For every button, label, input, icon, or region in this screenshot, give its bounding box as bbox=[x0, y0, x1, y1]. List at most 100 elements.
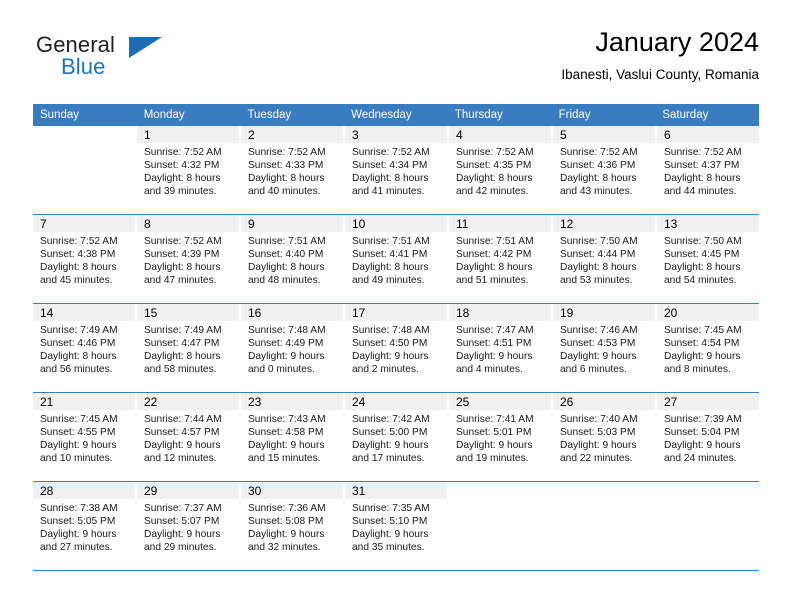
sunset-text: Sunset: 4:54 PM bbox=[664, 338, 740, 350]
day-cell[interactable]: 2 Sunrise: 7:52 AM Sunset: 4:33 PM Daylight… bbox=[241, 126, 345, 214]
sunset-text: Sunset: 4:33 PM bbox=[248, 160, 324, 172]
day-cell[interactable]: 4 Sunrise: 7:52 AM Sunset: 4:35 PM Daylight… bbox=[449, 126, 553, 214]
day-number-band: 4 bbox=[449, 126, 551, 143]
day-number-band: 15 bbox=[137, 304, 239, 321]
day-number: 29 bbox=[144, 484, 158, 498]
daylight-text-line2: and 17 minutes. bbox=[352, 453, 425, 465]
sunrise-text: Sunrise: 7:40 AM bbox=[560, 414, 638, 425]
sunrise-text: Sunrise: 7:45 AM bbox=[40, 414, 118, 425]
day-number-band: 9 bbox=[241, 215, 343, 232]
day-cell[interactable]: 22 Sunrise: 7:44 AM Sunset: 4:57 PM Dayligh… bbox=[137, 393, 241, 481]
day-number: 10 bbox=[352, 217, 366, 231]
day-info: Sunrise: 7:45 AM Sunset: 4:54 PM Daylight:… bbox=[657, 321, 759, 376]
daylight-text-line2: and 0 minutes. bbox=[248, 364, 315, 376]
sunset-text: Sunset: 4:55 PM bbox=[40, 427, 116, 439]
sunset-text: Sunset: 4:37 PM bbox=[664, 160, 740, 172]
calendar-week-row: 21 Sunrise: 7:45 AM Sunset: 4:55 PM Dayligh… bbox=[33, 393, 759, 482]
day-cell[interactable]: 31 Sunrise: 7:35 AM Sunset: 5:10 PM Dayligh… bbox=[345, 482, 449, 570]
calendar-weeks: 1 Sunrise: 7:52 AM Sunset: 4:32 PM Daylight… bbox=[33, 126, 759, 571]
daylight-text-line2: and 44 minutes. bbox=[664, 186, 737, 198]
day-cell[interactable]: 12 Sunrise: 7:50 AM Sunset: 4:44 PM Dayligh… bbox=[553, 215, 657, 303]
day-info: Sunrise: 7:52 AM Sunset: 4:35 PM Daylight:… bbox=[449, 143, 551, 198]
daylight-text-line2: and 43 minutes. bbox=[560, 186, 633, 198]
day-number-band: 1 bbox=[137, 126, 239, 143]
general-blue-logo[interactable]: General Blue bbox=[33, 32, 263, 88]
sunset-text: Sunset: 4:35 PM bbox=[456, 160, 532, 172]
day-cell[interactable]: 3 Sunrise: 7:52 AM Sunset: 4:34 PM Daylight… bbox=[345, 126, 449, 214]
day-cell[interactable]: 17 Sunrise: 7:48 AM Sunset: 4:50 PM Dayligh… bbox=[345, 304, 449, 392]
day-cell[interactable]: 28 Sunrise: 7:38 AM Sunset: 5:05 PM Dayligh… bbox=[33, 482, 137, 570]
day-info bbox=[449, 499, 551, 502]
title-block: January 2024 Ibanesti, Vaslui County, Ro… bbox=[561, 26, 759, 85]
day-cell[interactable]: 9 Sunrise: 7:51 AM Sunset: 4:40 PM Daylight… bbox=[241, 215, 345, 303]
calendar-week-row: 1 Sunrise: 7:52 AM Sunset: 4:32 PM Daylight… bbox=[33, 126, 759, 215]
day-number-band: 8 bbox=[137, 215, 239, 232]
daylight-text-line2: and 32 minutes. bbox=[248, 542, 321, 554]
daylight-text-line1: Daylight: 9 hours bbox=[40, 440, 117, 452]
daylight-text-line2: and 24 minutes. bbox=[664, 453, 737, 465]
day-cell[interactable]: 26 Sunrise: 7:40 AM Sunset: 5:03 PM Dayligh… bbox=[553, 393, 657, 481]
daylight-text-line2: and 53 minutes. bbox=[560, 275, 633, 287]
day-cell[interactable]: 8 Sunrise: 7:52 AM Sunset: 4:39 PM Daylight… bbox=[137, 215, 241, 303]
day-cell-empty bbox=[553, 482, 657, 570]
day-info: Sunrise: 7:52 AM Sunset: 4:39 PM Daylight:… bbox=[137, 232, 239, 287]
day-cell[interactable]: 15 Sunrise: 7:49 AM Sunset: 4:47 PM Dayligh… bbox=[137, 304, 241, 392]
day-number: 31 bbox=[352, 484, 366, 498]
daylight-text-line1: Daylight: 8 hours bbox=[560, 173, 637, 185]
day-cell[interactable]: 1 Sunrise: 7:52 AM Sunset: 4:32 PM Daylight… bbox=[137, 126, 241, 214]
daylight-text-line2: and 47 minutes. bbox=[144, 275, 217, 287]
day-cell[interactable]: 23 Sunrise: 7:43 AM Sunset: 4:58 PM Dayligh… bbox=[241, 393, 345, 481]
day-cell[interactable]: 16 Sunrise: 7:48 AM Sunset: 4:49 PM Dayligh… bbox=[241, 304, 345, 392]
week-days: 14 Sunrise: 7:49 AM Sunset: 4:46 PM Dayligh… bbox=[33, 304, 759, 392]
daylight-text-line2: and 4 minutes. bbox=[456, 364, 523, 376]
day-cell[interactable]: 18 Sunrise: 7:47 AM Sunset: 4:51 PM Dayligh… bbox=[449, 304, 553, 392]
day-number: 21 bbox=[40, 395, 54, 409]
sunrise-text: Sunrise: 7:39 AM bbox=[664, 414, 742, 425]
day-number-band: 22 bbox=[137, 393, 239, 410]
daylight-text-line1: Daylight: 8 hours bbox=[248, 173, 325, 185]
day-cell[interactable]: 24 Sunrise: 7:42 AM Sunset: 5:00 PM Dayligh… bbox=[345, 393, 449, 481]
dow-header-monday: Monday bbox=[143, 109, 185, 121]
day-number-band: 29 bbox=[137, 482, 239, 499]
day-number: 13 bbox=[664, 217, 678, 231]
daylight-text-line2: and 8 minutes. bbox=[664, 364, 731, 376]
daylight-text-line1: Daylight: 9 hours bbox=[248, 351, 325, 363]
day-cell[interactable]: 25 Sunrise: 7:41 AM Sunset: 5:01 PM Dayligh… bbox=[449, 393, 553, 481]
sunrise-text: Sunrise: 7:52 AM bbox=[144, 236, 222, 247]
calendar-week-row: 7 Sunrise: 7:52 AM Sunset: 4:38 PM Daylight… bbox=[33, 215, 759, 304]
sunrise-text: Sunrise: 7:38 AM bbox=[40, 503, 118, 514]
day-info: Sunrise: 7:39 AM Sunset: 5:04 PM Daylight:… bbox=[657, 410, 759, 465]
day-info: Sunrise: 7:52 AM Sunset: 4:32 PM Daylight:… bbox=[137, 143, 239, 198]
daylight-text-line1: Daylight: 8 hours bbox=[144, 351, 221, 363]
day-cell[interactable]: 20 Sunrise: 7:45 AM Sunset: 4:54 PM Dayligh… bbox=[657, 304, 759, 392]
day-number-band: 31 bbox=[345, 482, 447, 499]
day-cell[interactable]: 30 Sunrise: 7:36 AM Sunset: 5:08 PM Dayligh… bbox=[241, 482, 345, 570]
day-cell[interactable]: 27 Sunrise: 7:39 AM Sunset: 5:04 PM Dayligh… bbox=[657, 393, 759, 481]
dow-header-saturday: Saturday bbox=[662, 109, 709, 121]
daylight-text-line1: Daylight: 9 hours bbox=[144, 440, 221, 452]
day-cell[interactable]: 29 Sunrise: 7:37 AM Sunset: 5:07 PM Dayligh… bbox=[137, 482, 241, 570]
day-number: 7 bbox=[40, 217, 47, 231]
day-cell[interactable]: 7 Sunrise: 7:52 AM Sunset: 4:38 PM Daylight… bbox=[33, 215, 137, 303]
day-cell[interactable]: 13 Sunrise: 7:50 AM Sunset: 4:45 PM Dayligh… bbox=[657, 215, 759, 303]
day-cell[interactable]: 6 Sunrise: 7:52 AM Sunset: 4:37 PM Daylight… bbox=[657, 126, 759, 214]
day-number: 15 bbox=[144, 306, 158, 320]
logo-triangle-icon bbox=[129, 37, 162, 58]
day-number: 18 bbox=[456, 306, 470, 320]
day-cell[interactable]: 10 Sunrise: 7:51 AM Sunset: 4:41 PM Dayligh… bbox=[345, 215, 449, 303]
day-cell[interactable]: 19 Sunrise: 7:46 AM Sunset: 4:53 PM Dayligh… bbox=[553, 304, 657, 392]
daylight-text-line2: and 2 minutes. bbox=[352, 364, 419, 376]
day-cell[interactable]: 14 Sunrise: 7:49 AM Sunset: 4:46 PM Dayligh… bbox=[33, 304, 137, 392]
day-number-band: 20 bbox=[657, 304, 759, 321]
sunrise-text: Sunrise: 7:52 AM bbox=[456, 147, 534, 158]
day-cell[interactable]: 21 Sunrise: 7:45 AM Sunset: 4:55 PM Dayligh… bbox=[33, 393, 137, 481]
day-info: Sunrise: 7:51 AM Sunset: 4:42 PM Daylight:… bbox=[449, 232, 551, 287]
day-number-band: 26 bbox=[553, 393, 655, 410]
day-info: Sunrise: 7:35 AM Sunset: 5:10 PM Daylight:… bbox=[345, 499, 447, 554]
sunset-text: Sunset: 4:32 PM bbox=[144, 160, 220, 172]
day-cell[interactable]: 11 Sunrise: 7:51 AM Sunset: 4:42 PM Dayligh… bbox=[449, 215, 553, 303]
day-cell[interactable]: 5 Sunrise: 7:52 AM Sunset: 4:36 PM Daylight… bbox=[553, 126, 657, 214]
daylight-text-line2: and 54 minutes. bbox=[664, 275, 737, 287]
sunset-text: Sunset: 5:10 PM bbox=[352, 516, 428, 528]
day-number-band: 21 bbox=[33, 393, 135, 410]
